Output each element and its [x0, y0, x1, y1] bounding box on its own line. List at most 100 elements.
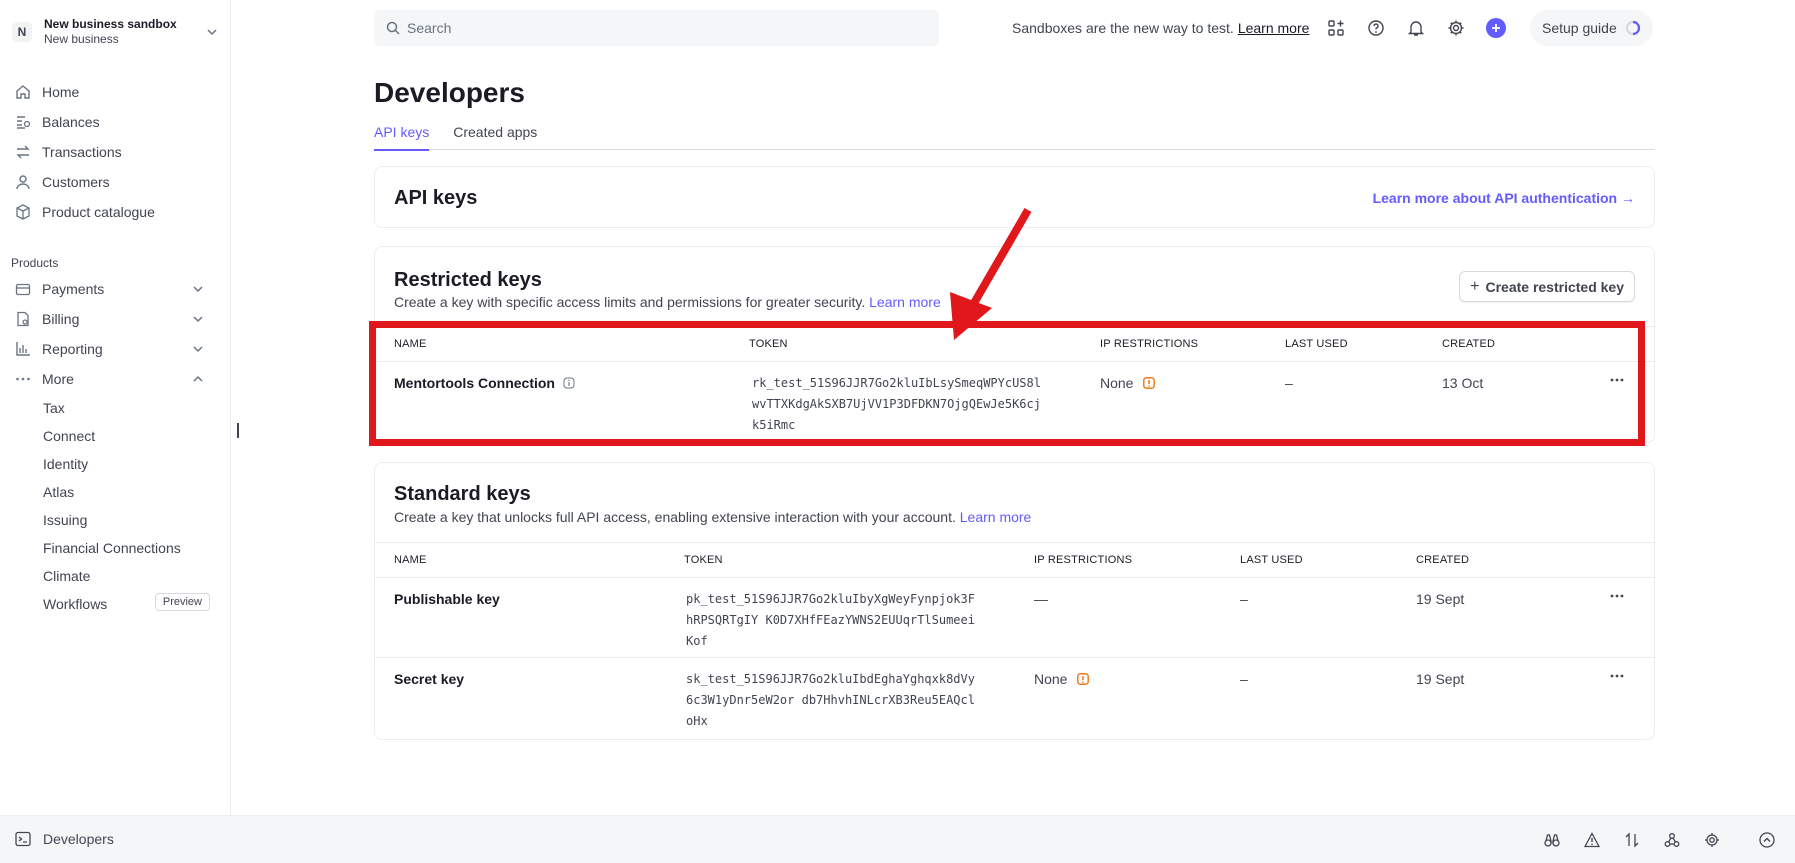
sidebar-item-label: Customers	[42, 174, 110, 190]
chevron-down-icon	[193, 316, 203, 323]
sidebar-item-transactions[interactable]: Transactions	[0, 137, 230, 167]
sidebar-item-atlas[interactable]: Atlas	[0, 478, 230, 506]
search-bar[interactable]	[374, 10, 939, 46]
sidebar-item-climate[interactable]: Climate	[0, 562, 230, 590]
help-icon[interactable]	[1366, 18, 1386, 38]
table-row[interactable]: Secret key sk_test_51S96JJR7Go2kluIbdEgh…	[375, 658, 1654, 738]
table-row[interactable]: Publishable key pk_test_51S96JJR7Go2kluI…	[375, 578, 1654, 658]
key-name: Mentortools Connection	[394, 375, 555, 391]
chevron-up-circle-icon[interactable]	[1758, 831, 1776, 849]
sidebar-item-home[interactable]: Home	[0, 77, 230, 107]
sort-arrows-icon[interactable]	[1623, 831, 1641, 849]
sidebar-item-financial-connections[interactable]: Financial Connections	[0, 534, 230, 562]
tab-created-apps[interactable]: Created apps	[453, 121, 537, 150]
gear-icon[interactable]	[1446, 18, 1466, 38]
sidebar-item-reporting[interactable]: Reporting	[0, 334, 230, 364]
sidebar-resize-handle[interactable]	[237, 423, 239, 438]
sidebar-item-connect[interactable]: Connect	[0, 422, 230, 450]
more-horizontal-icon	[1610, 674, 1624, 678]
sidebar-item-customers[interactable]: Customers	[0, 167, 230, 197]
setup-guide-button[interactable]: Setup guide	[1530, 10, 1653, 46]
api-authentication-link[interactable]: Learn more about API authentication →	[1373, 190, 1635, 206]
sidebar-item-label: More	[42, 371, 74, 387]
last-used-value: –	[1285, 375, 1293, 391]
sidebar-item-balances[interactable]: Balances	[0, 107, 230, 137]
tab-api-keys[interactable]: API keys	[374, 121, 430, 151]
create-plus-button[interactable]	[1486, 18, 1506, 38]
more-dots-icon	[14, 370, 32, 388]
column-header-last-used: LAST USED	[1285, 338, 1348, 350]
last-used-value: –	[1240, 591, 1248, 607]
sidebar-item-label: Payments	[42, 281, 105, 297]
webhooks-icon[interactable]	[1663, 831, 1681, 849]
chevron-down-icon	[207, 29, 217, 36]
chevron-down-icon	[193, 346, 203, 353]
standard-keys-description: Create a key that unlocks full API acces…	[394, 509, 1032, 525]
standard-learn-more-link[interactable]: Learn more	[960, 509, 1032, 525]
table-header: NAME TOKEN IP RESTRICTIONS LAST USED CRE…	[375, 542, 1654, 578]
row-more-button[interactable]	[1610, 374, 1626, 390]
gear-icon[interactable]	[1703, 831, 1721, 849]
payments-icon	[14, 280, 32, 298]
progress-ring-icon	[1625, 20, 1640, 36]
bell-icon[interactable]	[1406, 18, 1426, 38]
sidebar-item-identity[interactable]: Identity	[0, 450, 230, 478]
sidebar-item-payments[interactable]: Payments	[0, 274, 230, 304]
sidebar-item-issuing[interactable]: Issuing	[0, 506, 230, 534]
sandbox-message: Sandboxes are the new way to test. Learn …	[1012, 20, 1310, 36]
balances-icon	[14, 113, 32, 131]
warning-icon	[1077, 673, 1090, 685]
product-catalogue-icon	[14, 203, 32, 221]
table-row[interactable]: Mentortools Connection rk_test_51S96JJR7…	[375, 362, 1654, 442]
sidebar-item-label: Transactions	[42, 144, 122, 160]
alert-triangle-icon[interactable]	[1583, 831, 1601, 849]
plus-icon	[1492, 24, 1500, 32]
more-horizontal-icon	[1610, 378, 1624, 382]
sidebar-item-label: Product catalogue	[42, 204, 155, 220]
sidebar-item-more[interactable]: More	[0, 364, 230, 394]
apps-icon[interactable]	[1326, 18, 1346, 38]
transactions-icon	[14, 143, 32, 161]
search-input[interactable]	[407, 20, 907, 36]
standard-keys-card: Standard keys Create a key that unlocks …	[374, 462, 1655, 740]
account-switcher[interactable]: N New business sandbox New business	[0, 0, 230, 52]
billing-icon	[14, 310, 32, 328]
products-section-label: Products	[11, 256, 59, 270]
row-more-button[interactable]	[1610, 590, 1626, 606]
column-header-ip-restrictions: IP RESTRICTIONS	[1034, 554, 1133, 566]
page-title: Developers	[374, 77, 525, 108]
key-name: Secret key	[394, 671, 465, 687]
sidebar-item-product-catalogue[interactable]: Product catalogue	[0, 197, 230, 227]
row-more-button[interactable]	[1610, 670, 1626, 686]
created-value: 13 Oct	[1442, 375, 1484, 391]
restricted-keys-description: Create a key with specific access limits…	[394, 294, 941, 310]
sidebar: N New business sandbox New business Home…	[0, 0, 231, 815]
restricted-learn-more-link[interactable]: Learn more	[869, 294, 941, 310]
preview-badge: Preview	[154, 593, 210, 611]
sandbox-learn-more-link[interactable]: Learn more	[1238, 20, 1310, 36]
developers-toggle[interactable]: Developers	[15, 831, 114, 847]
standard-keys-title: Standard keys	[394, 483, 531, 505]
key-token[interactable]: pk_test_51S96JJR7Go2kluIbyXgWeyFynpjok3F…	[686, 589, 976, 652]
binoculars-icon[interactable]	[1543, 831, 1561, 849]
key-name: Publishable key	[394, 591, 500, 607]
sidebar-item-billing[interactable]: Billing	[0, 304, 230, 334]
ip-restrictions-value: None	[1034, 671, 1090, 687]
customers-icon	[14, 173, 32, 191]
last-used-value: –	[1240, 671, 1248, 687]
column-header-created: CREATED	[1442, 338, 1496, 350]
api-keys-card: API keys Learn more about API authentica…	[374, 166, 1655, 228]
sidebar-item-label: Billing	[42, 311, 80, 327]
sidebar-item-workflows[interactable]: Workflows Preview	[0, 590, 230, 618]
column-header-last-used: LAST USED	[1240, 554, 1303, 566]
sidebar-item-tax[interactable]: Tax	[0, 394, 230, 422]
column-header-created: CREATED	[1416, 554, 1470, 566]
key-token[interactable]: rk_test_51S96JJR7Go2kluIbLsySmeqWPYcUS8l…	[752, 373, 1042, 436]
key-token[interactable]: sk_test_51S96JJR7Go2kluIbdEghaYghqxk8dVy…	[686, 669, 976, 732]
warning-icon	[1143, 377, 1156, 389]
create-restricted-key-button[interactable]: + Create restricted key	[1459, 271, 1635, 302]
info-icon[interactable]	[563, 377, 575, 389]
sidebar-item-label: Home	[42, 84, 80, 100]
created-value: 19 Sept	[1416, 591, 1465, 607]
sidebar-item-label: Reporting	[42, 341, 103, 357]
